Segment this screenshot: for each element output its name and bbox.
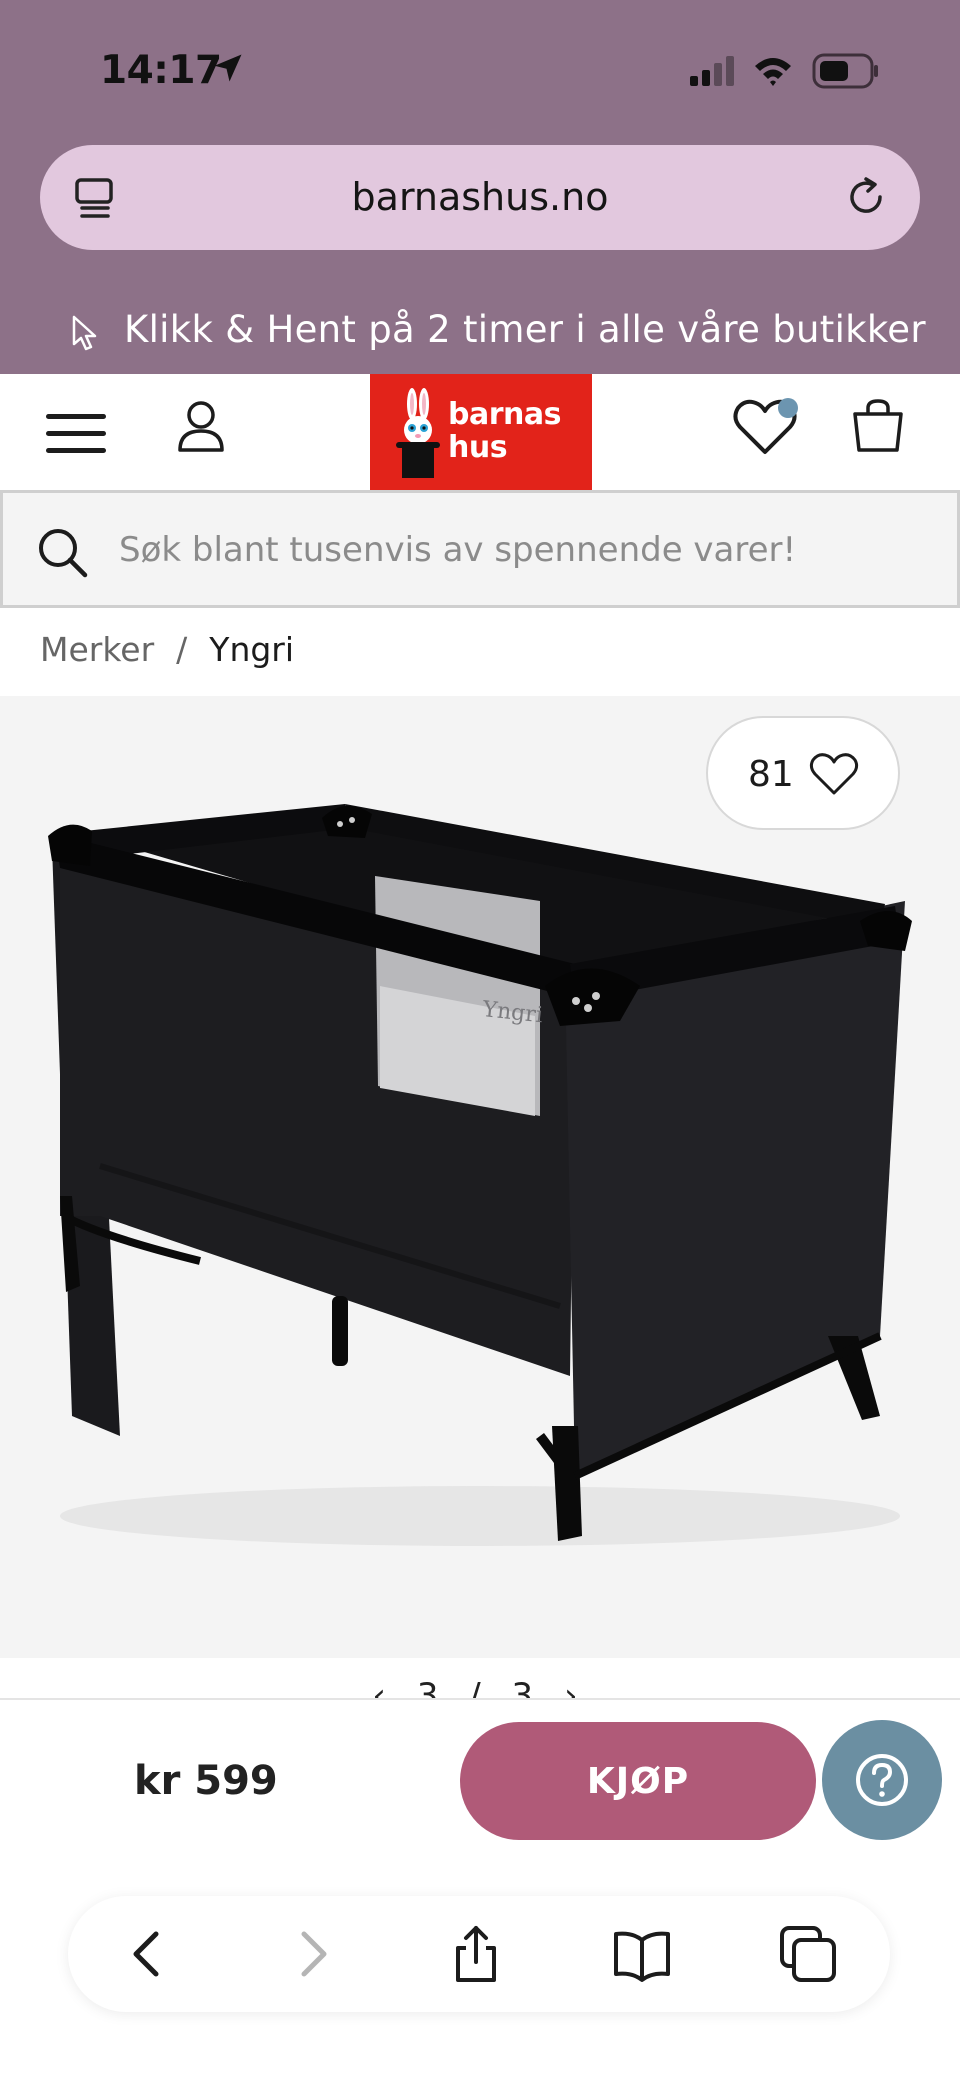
- barnashus-logo[interactable]: barnas hus: [370, 374, 592, 490]
- buy-bar: kr 599 KJØP: [0, 1698, 960, 1906]
- address-bar[interactable]: barnashus.no: [40, 145, 920, 250]
- reload-icon[interactable]: [844, 175, 888, 219]
- promo-banner[interactable]: Klikk & Hent på 2 timer i alle våre buti…: [0, 300, 960, 368]
- location-arrow-icon: [214, 54, 242, 82]
- breadcrumb-link-merker[interactable]: Merker: [40, 630, 154, 669]
- browser-top-chrome: 14:17 barnashus.no Klikk & Hent på 2 tim…: [0, 0, 960, 374]
- like-count: 81: [748, 754, 794, 795]
- status-time: 14:17: [100, 48, 222, 93]
- pager-text[interactable]: ‹ 3 / 3 ›: [0, 1676, 960, 1698]
- logo-line-2: hus: [448, 430, 508, 465]
- product-image[interactable]: Yngri 81: [0, 696, 960, 1658]
- share-icon[interactable]: [446, 1924, 506, 1984]
- url-text[interactable]: barnashus.no: [40, 175, 920, 219]
- travel-crib-image: Yngri: [48, 804, 912, 1546]
- breadcrumb-separator: /: [176, 630, 188, 669]
- battery-icon: [812, 53, 878, 89]
- heart-icon: [809, 753, 859, 795]
- breadcrumb: Merker / Yngri: [40, 630, 294, 669]
- forward-chevron-icon[interactable]: [282, 1924, 342, 1984]
- cursor-icon: [72, 315, 97, 351]
- search-input[interactable]: [119, 521, 919, 579]
- browser-bottom-toolbar: [68, 1896, 890, 2012]
- shopping-bag-icon[interactable]: [850, 398, 906, 454]
- gallery-pager[interactable]: ‹ 3 / 3 ›: [0, 1676, 960, 1698]
- wifi-icon: [755, 58, 791, 86]
- help-question-icon: [856, 1754, 908, 1806]
- tabs-overview-icon[interactable]: [778, 1924, 838, 1984]
- cellular-signal-icon: [690, 56, 734, 86]
- buy-button[interactable]: KJØP: [460, 1722, 816, 1840]
- bookmarks-book-icon[interactable]: [612, 1924, 672, 1984]
- search-box[interactable]: [0, 490, 960, 608]
- help-button[interactable]: [822, 1720, 942, 1840]
- product-price: kr 599: [134, 1758, 278, 1804]
- wishlist-notification-dot: [778, 398, 798, 418]
- back-chevron-icon[interactable]: [118, 1924, 178, 1984]
- promo-text[interactable]: Klikk & Hent på 2 timer i alle våre buti…: [124, 308, 926, 351]
- site-header: barnas hus: [0, 374, 960, 490]
- logo-text: barnas hus: [448, 398, 561, 464]
- search-icon: [39, 529, 88, 578]
- hamburger-menu-icon[interactable]: [44, 410, 108, 458]
- logo-line-1: barnas: [448, 397, 561, 432]
- account-icon[interactable]: [176, 398, 226, 454]
- like-button[interactable]: 81: [706, 716, 900, 830]
- bunny-in-hat-icon: [396, 388, 440, 478]
- breadcrumb-current-yngri[interactable]: Yngri: [209, 630, 294, 669]
